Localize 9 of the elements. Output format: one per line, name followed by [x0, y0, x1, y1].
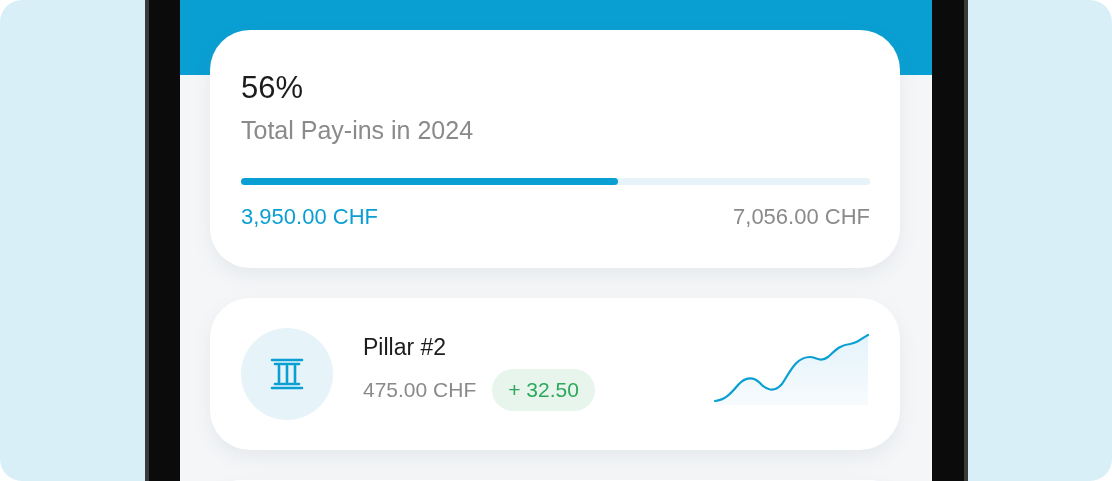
account-amount: 475.00 CHF	[363, 378, 477, 402]
current-amount: 3,950.00 CHF	[241, 203, 378, 231]
summary-label: Total Pay-ins in 2024	[241, 115, 475, 146]
change-badge: + 32.50	[492, 369, 595, 411]
percentage-value: 56%	[241, 70, 305, 106]
pillar-icon	[270, 357, 304, 391]
target-amount: 7,056.00 CHF	[733, 203, 870, 231]
account-card[interactable]: Pillar #2 475.00 CHF + 32.50	[210, 298, 900, 450]
account-name: Pillar #2	[363, 333, 448, 361]
